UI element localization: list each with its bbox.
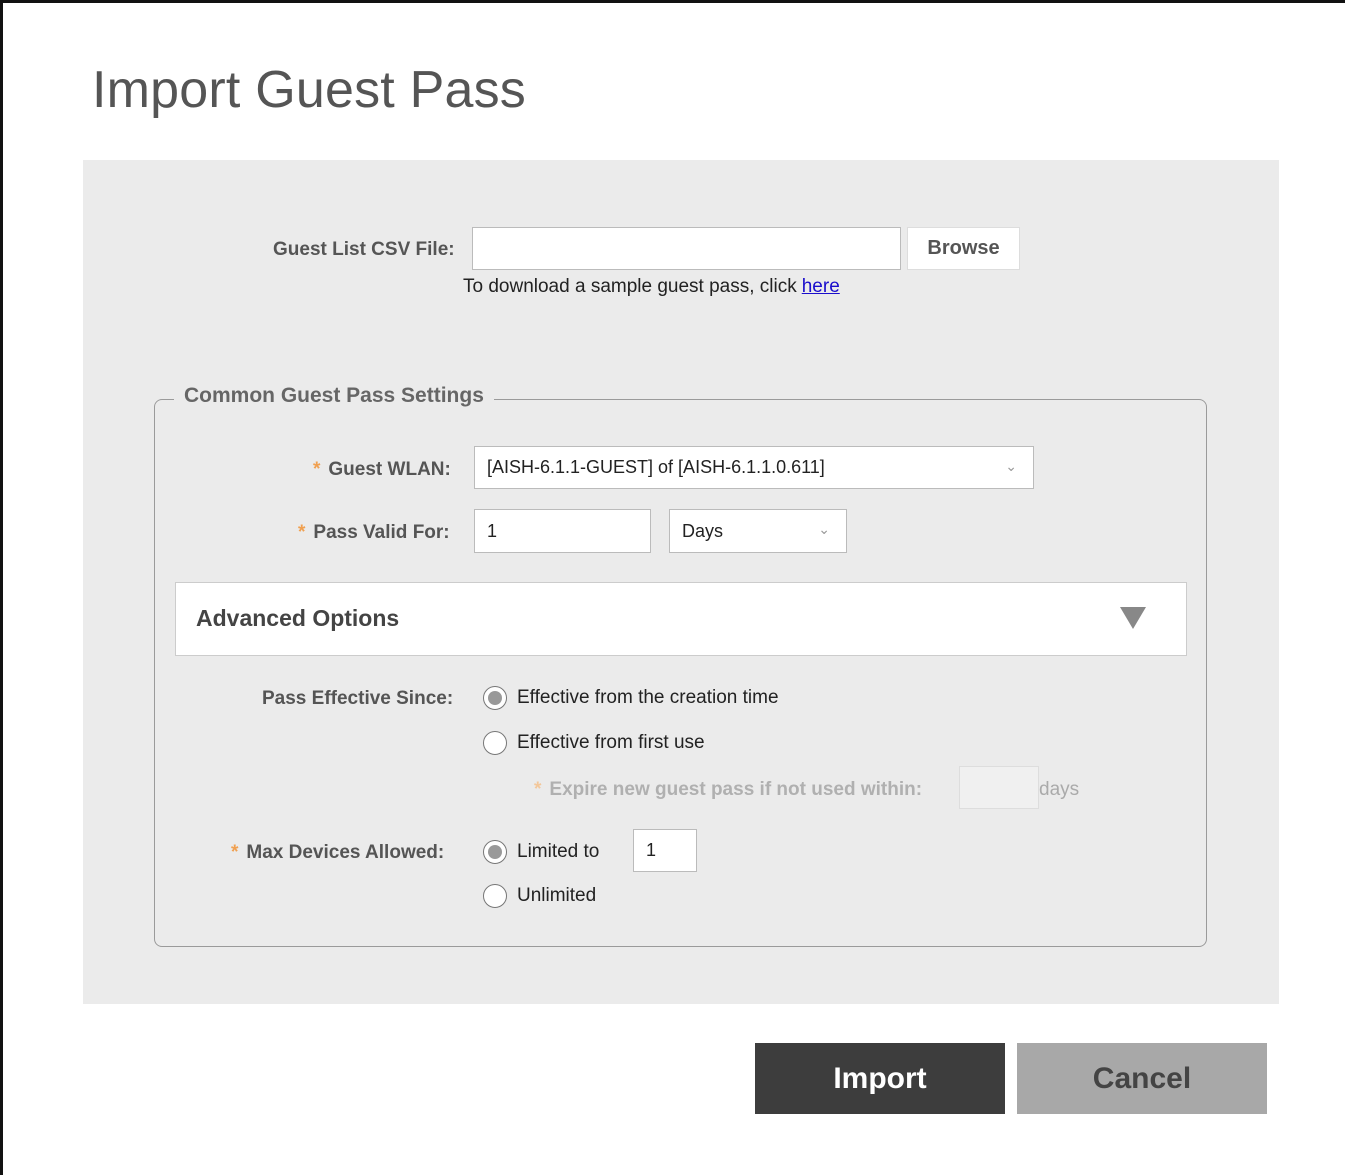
required-asterisk: * — [534, 779, 542, 800]
radio-button-checked[interactable] — [483, 686, 507, 710]
guest-wlan-select[interactable]: [AISH-6.1.1-GUEST] of [AISH-6.1.1.0.611]… — [474, 446, 1034, 489]
required-asterisk: * — [298, 522, 306, 543]
sample-download-hint: To download a sample guest pass, click he… — [463, 276, 840, 298]
advanced-options-title: Advanced Options — [196, 605, 400, 631]
max-devices-label: * Max Devices Allowed: — [231, 842, 444, 864]
unlimited-option[interactable]: Unlimited — [483, 884, 596, 908]
effective-creation-option[interactable]: Effective from the creation time — [483, 686, 779, 710]
expire-days-input[interactable] — [959, 766, 1039, 809]
pass-valid-unit-select[interactable]: Days ⌄ — [669, 509, 847, 553]
guest-wlan-value: [AISH-6.1.1-GUEST] of [AISH-6.1.1.0.611] — [487, 457, 825, 477]
effective-first-use-label: Effective from first use — [517, 732, 705, 753]
max-devices-label-text: Max Devices Allowed: — [246, 842, 445, 863]
pass-valid-label: * Pass Valid For: — [298, 522, 450, 544]
browse-button[interactable]: Browse — [907, 227, 1020, 270]
csv-file-input[interactable] — [472, 227, 901, 270]
required-asterisk: * — [231, 842, 239, 863]
expire-label-text: Expire new guest pass if not used within… — [549, 779, 923, 800]
chevron-down-icon: ⌄ — [1005, 457, 1017, 474]
hint-text: To download a sample guest pass, click — [463, 276, 797, 297]
radio-button[interactable] — [483, 884, 507, 908]
chevron-down-icon: ⌄ — [818, 520, 830, 537]
cancel-button[interactable]: Cancel — [1017, 1043, 1267, 1114]
expire-label: * Expire new guest pass if not used withi… — [534, 779, 922, 801]
pass-valid-label-text: Pass Valid For: — [313, 522, 450, 543]
unlimited-label: Unlimited — [517, 885, 597, 906]
pass-valid-input[interactable]: 1 — [474, 509, 651, 553]
limited-to-option[interactable]: Limited to — [483, 840, 599, 864]
page-title: Import Guest Pass — [92, 61, 526, 119]
csv-file-label: Guest List CSV File: — [273, 239, 455, 260]
required-asterisk: * — [313, 459, 321, 480]
sample-download-link[interactable]: here — [802, 276, 840, 297]
guest-wlan-label-text: Guest WLAN: — [328, 459, 451, 480]
radio-button-checked[interactable] — [483, 840, 507, 864]
common-settings-legend: Common Guest Pass Settings — [174, 384, 494, 408]
import-button[interactable]: Import — [755, 1043, 1005, 1114]
triangle-down-icon — [1120, 607, 1146, 629]
guest-wlan-label: * Guest WLAN: — [313, 459, 451, 481]
max-devices-input[interactable]: 1 — [633, 829, 697, 872]
radio-button[interactable] — [483, 731, 507, 755]
pass-valid-unit-value: Days — [682, 520, 724, 541]
effective-creation-label: Effective from the creation time — [517, 687, 779, 708]
effective-since-label: Pass Effective Since: — [262, 688, 454, 709]
effective-first-use-option[interactable]: Effective from first use — [483, 731, 705, 755]
limited-to-label: Limited to — [517, 841, 600, 862]
advanced-options-toggle[interactable]: Advanced Options — [175, 582, 1187, 656]
expire-unit-label: days — [1039, 779, 1080, 800]
